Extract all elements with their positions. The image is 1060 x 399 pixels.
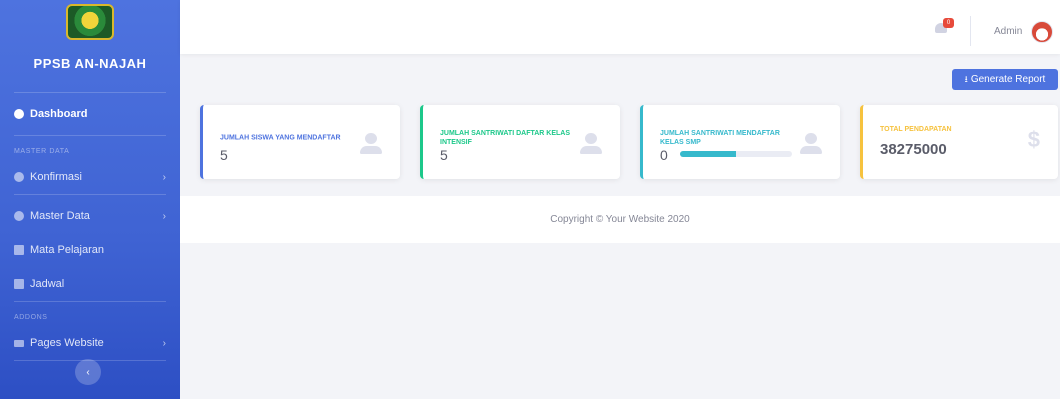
sidebar: PPSB AN-NAJAH Dashboard MASTER DATA Konf…	[0, 0, 180, 399]
folder-icon	[14, 339, 24, 347]
stat-card-pendapatan: TOTAL PENDAPATAN 38275000 $	[860, 105, 1058, 179]
card-label: TOTAL PENDAPATAN	[880, 126, 952, 133]
card-label: JUMLAH SANTRIWATI DAFTAR KELAS INTENSIF	[440, 130, 571, 146]
card-value: 0	[660, 147, 668, 163]
dashboard-icon	[14, 109, 24, 119]
card-value: 5	[440, 147, 448, 163]
stat-card-intensif: JUMLAH SANTRIWATI DAFTAR KELAS INTENSIF …	[420, 105, 620, 179]
check-circle-icon	[14, 211, 24, 221]
sidebar-item-jadwal[interactable]: Jadwal	[0, 267, 180, 301]
topbar-divider	[970, 16, 971, 46]
sidebar-item-mata-pelajaran[interactable]: Mata Pelajaran	[0, 233, 180, 267]
sidebar-divider	[14, 194, 166, 195]
sidebar-toggle-button[interactable]: ‹	[75, 359, 101, 385]
card-value: 38275000	[880, 141, 947, 158]
progress-fill	[680, 151, 736, 157]
sidebar-item-label: Mata Pelajaran	[30, 244, 104, 256]
footer: Copyright © Your Website 2020	[180, 196, 1060, 243]
chevron-right-icon: ›	[162, 337, 166, 349]
sidebar-item-dashboard[interactable]: Dashboard	[0, 93, 180, 135]
notification-badge: 0	[943, 18, 954, 28]
sidebar-item-label: Jadwal	[30, 278, 65, 290]
chevron-right-icon: ›	[162, 171, 166, 183]
brand-logo	[66, 4, 114, 40]
stat-card-smp: JUMLAH SANTRIWATI MENDAFTAR KELAS SMP 0	[640, 105, 840, 179]
table-icon	[14, 245, 24, 255]
copyright-text: Copyright © Your Website 2020	[550, 214, 690, 225]
sidebar-item-label: Dashboard	[30, 108, 88, 120]
section-heading-master: MASTER DATA	[14, 147, 70, 155]
brand-name: PPSB AN-NAJAH	[33, 56, 147, 71]
avatar[interactable]	[1031, 21, 1053, 43]
card-value: 5	[220, 147, 228, 163]
sidebar-divider	[14, 301, 166, 302]
sidebar-divider	[14, 135, 166, 136]
sidebar-item-label: Konfirmasi	[30, 171, 82, 183]
section-heading-addons: ADDONS	[14, 313, 48, 321]
topbar: 0 Admin	[180, 0, 1060, 54]
progress-bar	[680, 151, 792, 157]
sidebar-item-master-data[interactable]: Master Data ›	[0, 199, 180, 233]
user-icon	[360, 133, 382, 154]
stat-card-siswa: JUMLAH SISWA YANG MENDAFTAR 5	[200, 105, 400, 179]
sidebar-item-pages-website[interactable]: Pages Website ›	[0, 326, 180, 360]
user-name[interactable]: Admin	[994, 26, 1022, 37]
calendar-icon	[14, 279, 24, 289]
download-icon: ⭳	[964, 73, 968, 84]
brand[interactable]: PPSB AN-NAJAH	[0, 0, 180, 92]
generate-report-label: Generate Report	[970, 74, 1046, 85]
sidebar-item-label: Pages Website	[30, 337, 104, 349]
generate-report-button[interactable]: ⭳ Generate Report	[952, 69, 1058, 90]
chevron-right-icon: ›	[162, 210, 166, 222]
dollar-icon: $	[1027, 127, 1040, 152]
check-circle-icon	[14, 172, 24, 182]
user-icon	[580, 133, 602, 154]
user-icon	[800, 133, 822, 154]
card-label: JUMLAH SISWA YANG MENDAFTAR	[220, 134, 341, 142]
card-label: JUMLAH SANTRIWATI MENDAFTAR KELAS SMP	[660, 130, 780, 146]
sidebar-item-label: Master Data	[30, 210, 90, 222]
sidebar-item-konfirmasi[interactable]: Konfirmasi ›	[0, 160, 180, 194]
notifications-button[interactable]: 0	[935, 18, 954, 34]
chevron-left-icon: ‹	[86, 366, 90, 378]
